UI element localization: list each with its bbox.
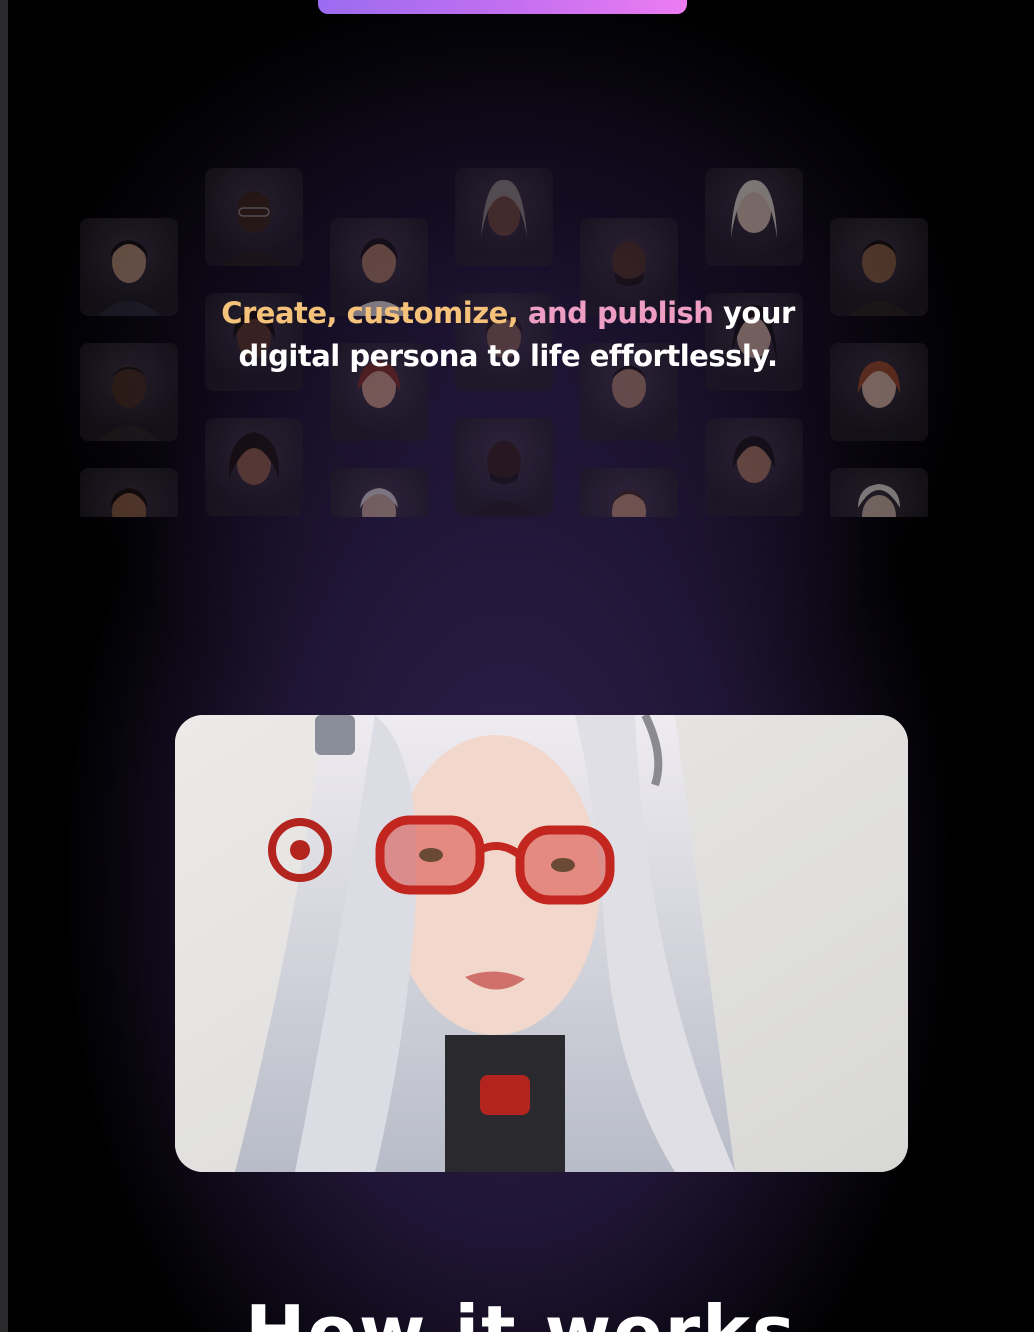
headline-gradient-part: Create, (221, 296, 338, 330)
avatar-thumbnail[interactable] (330, 468, 428, 517)
avatar-thumbnail[interactable] (705, 418, 803, 516)
avatar-thumbnail[interactable] (205, 418, 303, 516)
avatar-thumbnail[interactable] (80, 343, 178, 441)
avatar-thumbnail[interactable] (205, 168, 303, 266)
window-edge (0, 0, 8, 1332)
avatar-thumbnail[interactable] (830, 218, 928, 316)
featured-avatar-image (175, 715, 908, 1172)
avatar-thumbnail[interactable] (830, 343, 928, 441)
avatar-thumbnail[interactable] (80, 468, 178, 517)
avatar-thumbnail[interactable] (830, 468, 928, 517)
avatar-thumbnail[interactable] (705, 168, 803, 266)
section-title: How it works (245, 1290, 797, 1332)
avatar-thumbnail[interactable] (455, 168, 553, 266)
cta-button[interactable] (318, 0, 687, 14)
avatar-thumbnail[interactable] (80, 218, 178, 316)
avatar-thumbnail[interactable] (455, 418, 553, 516)
landing-page: Create, customize, and publish your digi… (8, 0, 1034, 1332)
hero-headline: Create, customize, and publish your digi… (218, 292, 798, 378)
headline-gradient-part: customize, (346, 296, 519, 330)
avatar-thumbnail[interactable] (580, 468, 678, 517)
headline-gradient-part: and publish (527, 296, 714, 330)
